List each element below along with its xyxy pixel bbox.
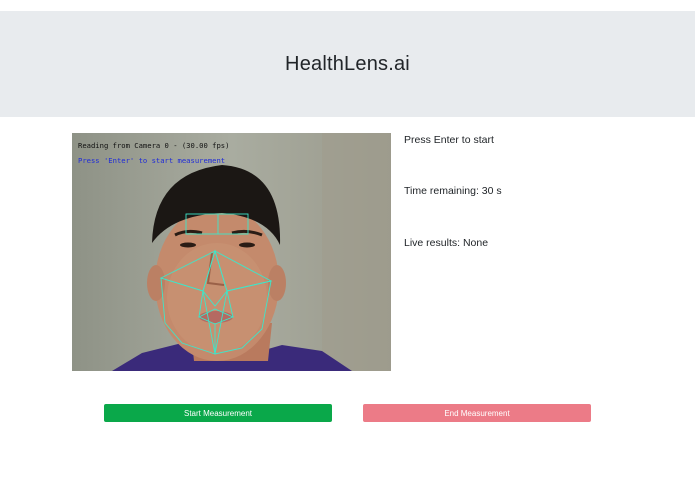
app-title: HealthLens.ai bbox=[285, 52, 410, 75]
camera-status-overlay: Reading from Camera 0 - (30.00 fps) bbox=[78, 141, 230, 150]
end-measurement-button[interactable]: End Measurement bbox=[363, 404, 591, 422]
live-results-text: Live results: None bbox=[404, 237, 489, 249]
camera-prompt-overlay: Press 'Enter' to start measurement bbox=[78, 156, 226, 165]
start-measurement-button[interactable]: Start Measurement bbox=[104, 404, 332, 422]
camera-frame-image bbox=[72, 133, 391, 371]
camera-feed: Reading from Camera 0 - (30.00 fps) Pres… bbox=[72, 133, 391, 371]
time-remaining-text: Time remaining: 30 s bbox=[404, 185, 502, 197]
start-prompt-text: Press Enter to start bbox=[404, 134, 494, 146]
header-bar: HealthLens.ai bbox=[0, 11, 695, 117]
